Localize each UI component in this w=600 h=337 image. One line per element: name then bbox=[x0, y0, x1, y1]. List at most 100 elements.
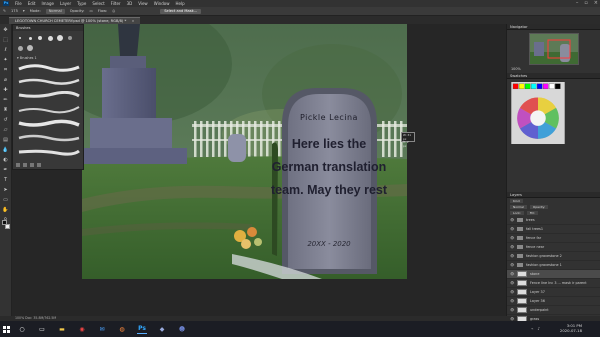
layer-row[interactable]: 👁 fence far bbox=[507, 234, 600, 243]
brush-preset[interactable] bbox=[36, 34, 44, 42]
quick-select-tool-icon[interactable]: ✦ bbox=[2, 56, 10, 64]
brush-stroke-preview[interactable] bbox=[17, 63, 81, 72]
shape-tool-icon[interactable]: ▭ bbox=[2, 196, 10, 204]
brush-preset[interactable] bbox=[16, 44, 24, 52]
brush-stroke-preview[interactable] bbox=[17, 119, 81, 128]
file-explorer-icon[interactable]: ▬ bbox=[57, 324, 67, 334]
navigator-thumbnail[interactable] bbox=[528, 33, 579, 65]
maximize-icon[interactable]: ▫ bbox=[584, 0, 587, 6]
menu-view[interactable]: View bbox=[138, 1, 148, 6]
brush-tool-icon[interactable]: ✎ bbox=[3, 9, 6, 13]
blend-mode-select[interactable]: Normal bbox=[510, 205, 527, 209]
path-select-icon[interactable]: ➤ bbox=[2, 186, 10, 194]
chrome-icon[interactable]: ◉ bbox=[77, 324, 87, 334]
brush-preset[interactable] bbox=[66, 34, 74, 42]
layer-opacity-label[interactable]: Opacity: bbox=[529, 205, 549, 209]
brush-stroke-preview[interactable] bbox=[17, 105, 81, 114]
brush-size-value[interactable]: 175 bbox=[11, 9, 18, 13]
brush-stroke-preview[interactable] bbox=[17, 133, 81, 142]
menu-layer[interactable]: Layer bbox=[60, 1, 71, 6]
network-icon[interactable]: ⌁ bbox=[531, 326, 533, 331]
crop-tool-icon[interactable]: ⌗ bbox=[2, 66, 10, 74]
layer-row[interactable]: 👁 fashion gravestone 2 bbox=[507, 252, 600, 261]
brush-preset[interactable] bbox=[16, 34, 24, 42]
firefox-icon[interactable]: ◍ bbox=[117, 324, 127, 334]
task-view-icon[interactable]: ▭ bbox=[37, 324, 47, 334]
brush-preset-icon[interactable]: ▾ bbox=[23, 9, 25, 13]
app-icon[interactable]: ◆ bbox=[157, 324, 167, 334]
start-button[interactable] bbox=[0, 321, 12, 337]
menu-edit[interactable]: Edit bbox=[28, 1, 36, 6]
layer-row[interactable]: 👁 underpaint bbox=[507, 306, 600, 315]
menu-image[interactable]: Image bbox=[41, 1, 54, 6]
marquee-tool-icon[interactable]: ⬚ bbox=[2, 36, 10, 44]
brush-stroke-preview[interactable] bbox=[17, 147, 81, 156]
visibility-eye-icon[interactable]: 👁 bbox=[510, 272, 514, 276]
lasso-tool-icon[interactable]: ℓ bbox=[2, 46, 10, 54]
eraser-tool-icon[interactable]: ▱ bbox=[2, 126, 10, 134]
hand-tool-icon[interactable]: ✋ bbox=[2, 206, 10, 214]
close-icon[interactable]: × bbox=[594, 0, 598, 6]
pen-tool-icon[interactable]: ✒ bbox=[2, 166, 10, 174]
volume-icon[interactable]: ♪ bbox=[537, 326, 540, 331]
layer-lock-label[interactable]: Lock: bbox=[510, 211, 524, 215]
stamp-tool-icon[interactable]: ♜ bbox=[2, 106, 10, 114]
layer-row[interactable]: 👁 trees bbox=[507, 216, 600, 225]
history-brush-icon[interactable]: ↺ bbox=[2, 116, 10, 124]
document-tab[interactable]: LEGOTOWN CHURCH CEMETERY.psd @ 100% (sto… bbox=[9, 17, 141, 24]
visibility-eye-icon[interactable]: 👁 bbox=[510, 308, 514, 312]
mode-select[interactable]: Normal bbox=[45, 8, 65, 14]
photoshop-logo-icon[interactable]: Ps bbox=[3, 1, 9, 6]
document-canvas[interactable]: Pickle Lecina Here lies the German trans… bbox=[82, 24, 407, 279]
brush-preset[interactable] bbox=[56, 34, 64, 42]
dodge-tool-icon[interactable]: ◐ bbox=[2, 156, 10, 164]
search-icon[interactable]: ○ bbox=[17, 324, 27, 334]
brush-tool-icon[interactable]: ✏ bbox=[2, 96, 10, 104]
visibility-eye-icon[interactable]: 👁 bbox=[510, 290, 514, 294]
airbrush-icon[interactable]: ◎ bbox=[112, 9, 115, 13]
close-tab-icon[interactable]: × bbox=[131, 19, 134, 23]
menu-file[interactable]: File bbox=[15, 1, 22, 6]
brush-preset[interactable] bbox=[26, 34, 34, 42]
new-group-icon[interactable] bbox=[23, 163, 27, 167]
visibility-eye-icon[interactable]: 👁 bbox=[510, 245, 514, 249]
menu-filter[interactable]: Filter bbox=[111, 1, 121, 6]
brush-folder[interactable]: ▾ Brushes 1 bbox=[13, 56, 83, 60]
discord-icon[interactable]: ☻ bbox=[177, 324, 187, 334]
layer-kind-filter[interactable]: Kind bbox=[510, 199, 523, 203]
mail-icon[interactable]: ✉ bbox=[97, 324, 107, 334]
visibility-eye-icon[interactable]: 👁 bbox=[510, 281, 514, 285]
healing-tool-icon[interactable]: ✚ bbox=[2, 86, 10, 94]
menu-3d[interactable]: 3D bbox=[127, 1, 133, 6]
visibility-eye-icon[interactable]: 👁 bbox=[510, 218, 514, 222]
select-and-mask-button[interactable]: Select and Mask... bbox=[160, 8, 202, 14]
navigator-zoom[interactable]: 100% bbox=[507, 65, 600, 73]
layer-row[interactable]: 👁 fence near bbox=[507, 243, 600, 252]
toggle-brush-settings-icon[interactable] bbox=[16, 163, 20, 167]
layer-row[interactable]: 👁 fall trees1 bbox=[507, 225, 600, 234]
visibility-eye-icon[interactable]: 👁 bbox=[510, 263, 514, 267]
eyedropper-tool-icon[interactable]: ⌀ bbox=[2, 76, 10, 84]
brush-stroke-preview[interactable] bbox=[17, 77, 81, 86]
menu-type[interactable]: Type bbox=[77, 1, 86, 6]
blur-tool-icon[interactable]: 💧 bbox=[2, 146, 10, 154]
layer-row[interactable]: 👁 Layer 36 bbox=[507, 297, 600, 306]
layer-fill-label[interactable]: Fill: bbox=[526, 211, 538, 215]
cemetery-painting[interactable]: Pickle Lecina Here lies the German trans… bbox=[82, 24, 407, 279]
brush-stroke-preview[interactable] bbox=[17, 90, 81, 100]
move-tool-icon[interactable]: ✥ bbox=[2, 26, 10, 34]
menu-help[interactable]: Help bbox=[175, 1, 184, 6]
brush-preset[interactable] bbox=[26, 44, 34, 52]
menu-window[interactable]: Window bbox=[154, 1, 170, 6]
gradient-tool-icon[interactable]: ▤ bbox=[2, 136, 10, 144]
color-swatch-grid[interactable] bbox=[507, 82, 569, 144]
background-color-swatch[interactable] bbox=[5, 224, 10, 229]
visibility-eye-icon[interactable]: 👁 bbox=[510, 254, 514, 258]
layer-row[interactable]: 👁 Layer 37 bbox=[507, 288, 600, 297]
menu-select[interactable]: Select bbox=[92, 1, 104, 6]
brush-preset[interactable] bbox=[46, 34, 54, 42]
photoshop-taskbar-icon[interactable]: Ps bbox=[137, 324, 147, 334]
visibility-eye-icon[interactable]: 👁 bbox=[510, 236, 514, 240]
visibility-eye-icon[interactable]: 👁 bbox=[510, 299, 514, 303]
minimize-icon[interactable]: – bbox=[576, 0, 579, 6]
